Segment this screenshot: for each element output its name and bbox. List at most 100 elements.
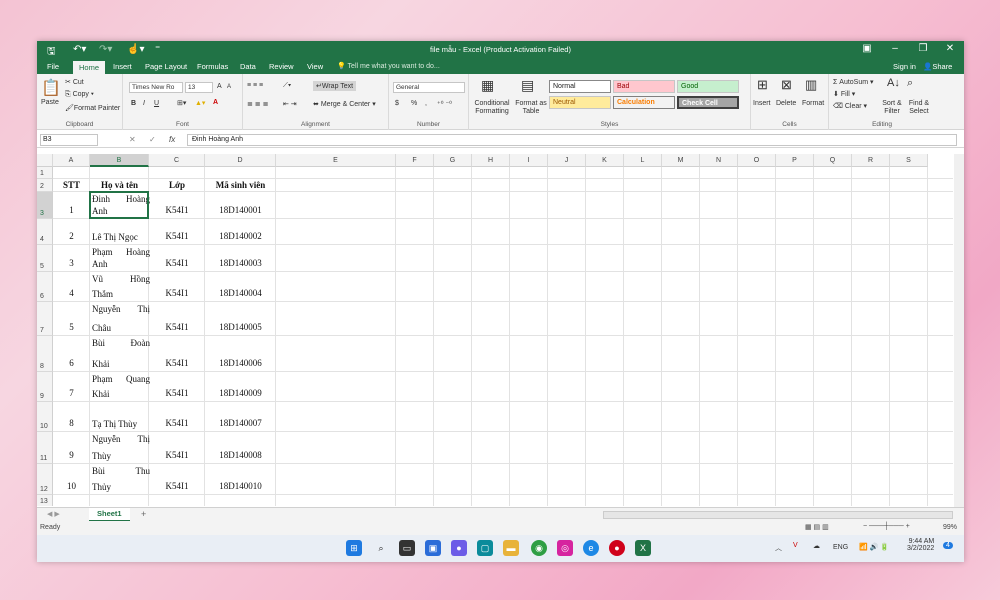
italic-button[interactable]: I: [143, 100, 145, 107]
delete-cells-button[interactable]: Delete: [776, 100, 796, 107]
formula-input[interactable]: Đinh Hoàng Anh: [187, 134, 957, 146]
row-header-10[interactable]: 10: [37, 402, 53, 432]
header-student-id[interactable]: Mã sinh viên: [205, 180, 276, 190]
edge-icon[interactable]: e: [583, 540, 599, 556]
tab-data[interactable]: Data: [240, 62, 256, 71]
column-header-e[interactable]: E: [276, 154, 396, 167]
cell-student-id[interactable]: 18D140008: [205, 450, 276, 460]
cell-stt[interactable]: 4: [53, 288, 90, 298]
cell-stt[interactable]: 5: [53, 322, 90, 332]
restore-icon[interactable]: ❐: [913, 43, 933, 54]
minimize-icon[interactable]: –: [885, 43, 905, 54]
tray-overflow-icon[interactable]: ︿: [775, 543, 782, 553]
align-left-icon[interactable]: ≣ ≣ ≣: [247, 100, 269, 108]
format-cells-icon[interactable]: ▥: [805, 77, 817, 93]
row-header-9[interactable]: 9: [37, 372, 53, 402]
row-header-5[interactable]: 5: [37, 245, 53, 272]
row-header-6[interactable]: 6: [37, 272, 53, 302]
column-header-n[interactable]: N: [700, 154, 738, 167]
cell-stt[interactable]: 1: [53, 205, 90, 215]
insert-function-button[interactable]: fx: [169, 135, 175, 144]
cell-name-line2[interactable]: Thủy: [92, 481, 150, 494]
row-header-13[interactable]: 13: [37, 495, 53, 506]
insert-cells-icon[interactable]: ⊞: [757, 77, 768, 93]
cell-student-id[interactable]: 18D140001: [205, 205, 276, 215]
active-cell-selection[interactable]: [89, 191, 149, 219]
clock[interactable]: 9:44 AM 3/2/2022: [907, 538, 934, 552]
cell-name-line2[interactable]: Tạ Thị Thùy: [92, 418, 150, 431]
format-table-icon[interactable]: ▤: [521, 77, 534, 94]
instagram-icon[interactable]: ◎: [557, 540, 573, 556]
cell-name-line2[interactable]: Thắm: [92, 288, 150, 301]
cell-student-id[interactable]: 18D140002: [205, 231, 276, 241]
name-box[interactable]: B3: [40, 134, 98, 146]
tab-formulas[interactable]: Formulas: [197, 62, 228, 71]
font-color-button[interactable]: A: [213, 99, 218, 106]
cell-student-id[interactable]: 18D140009: [205, 388, 276, 398]
file-explorer-icon[interactable]: ▬: [503, 540, 519, 556]
cell-class[interactable]: K54I1: [149, 418, 205, 428]
cell-stt[interactable]: 2: [53, 231, 90, 241]
horizontal-scrollbar[interactable]: [603, 511, 953, 519]
unikey-icon[interactable]: V: [793, 542, 798, 549]
cell-name-line1[interactable]: Bùi Đoàn: [92, 337, 150, 350]
bold-button[interactable]: B: [131, 100, 136, 107]
style-good[interactable]: Good: [677, 80, 739, 93]
sort-filter-button[interactable]: Sort & Filter: [879, 100, 905, 116]
cell-name-line1[interactable]: Bùi Thu: [92, 465, 150, 478]
row-header-7[interactable]: 7: [37, 302, 53, 336]
cell-student-id[interactable]: 18D140005: [205, 322, 276, 332]
copy-button[interactable]: ⎘ Copy ▾: [65, 91, 94, 99]
cell-student-id[interactable]: 18D140004: [205, 288, 276, 298]
zoom-slider[interactable]: − ───┼─── +: [863, 523, 910, 530]
column-header-m[interactable]: M: [662, 154, 700, 167]
column-header-k[interactable]: K: [586, 154, 624, 167]
cell-name-line2[interactable]: Lê Thị Ngọc: [92, 231, 150, 244]
cell-stt[interactable]: 8: [53, 418, 90, 428]
search-icon[interactable]: ⌕: [373, 540, 389, 556]
notification-badge[interactable]: 4: [943, 542, 953, 549]
column-header-c[interactable]: C: [149, 154, 205, 167]
column-header-a[interactable]: A: [53, 154, 90, 167]
cell-stt[interactable]: 6: [53, 358, 90, 368]
tab-home[interactable]: Home: [73, 61, 106, 74]
column-header-o[interactable]: O: [738, 154, 776, 167]
view-buttons[interactable]: ▦ ▤ ▥: [805, 523, 829, 531]
network-volume-battery-icons[interactable]: 📶 🔊 🔋: [859, 543, 889, 551]
zoom-level[interactable]: 99%: [943, 524, 957, 531]
find-icon[interactable]: ⌕: [907, 77, 913, 90]
column-header-l[interactable]: L: [624, 154, 662, 167]
cell-class[interactable]: K54I1: [149, 288, 205, 298]
clear-button[interactable]: ⌫ Clear ▾: [833, 102, 867, 110]
cell-stt[interactable]: 3: [53, 258, 90, 268]
font-size-select[interactable]: 13: [185, 82, 213, 93]
wrap-text-button[interactable]: ↵Wrap Text: [313, 81, 357, 91]
number-format-select[interactable]: General: [393, 82, 465, 93]
fill-color-icon[interactable]: ▲▾: [195, 99, 205, 107]
fill-button[interactable]: ⬇ Fill ▾: [833, 90, 855, 98]
underline-button[interactable]: U: [154, 100, 159, 107]
tab-insert[interactable]: Insert: [113, 62, 132, 71]
header-class[interactable]: Lớp: [149, 180, 205, 190]
cell-class[interactable]: K54I1: [149, 450, 205, 460]
style-calculation[interactable]: Calculation: [613, 96, 675, 109]
format-as-table-button[interactable]: Format as Table: [513, 100, 549, 116]
grow-font-button[interactable]: A: [217, 83, 222, 90]
conditional-formatting-button[interactable]: Conditional Formatting: [471, 100, 513, 116]
percent-button[interactable]: %: [411, 100, 417, 107]
cell-name-line1[interactable]: Nguyễn Thị: [92, 303, 150, 316]
task-view-icon[interactable]: ▭: [399, 540, 415, 556]
cell-student-id[interactable]: 18D140006: [205, 358, 276, 368]
widgets-icon[interactable]: ▣: [425, 540, 441, 556]
header-stt[interactable]: STT: [53, 180, 90, 190]
tab-review[interactable]: Review: [269, 62, 294, 71]
merge-center-button[interactable]: ⬌ Merge & Center ▾: [313, 100, 376, 108]
paste-icon[interactable]: 📋: [41, 78, 61, 98]
borders-icon[interactable]: ⊞▾: [177, 99, 186, 107]
column-header-d[interactable]: D: [205, 154, 276, 167]
share-button[interactable]: 👤Share: [923, 62, 952, 71]
column-header-b[interactable]: B: [90, 154, 149, 167]
sign-in-link[interactable]: Sign in: [893, 62, 916, 71]
enter-icon[interactable]: ✓: [149, 135, 156, 144]
close-icon[interactable]: ✕: [940, 43, 960, 54]
